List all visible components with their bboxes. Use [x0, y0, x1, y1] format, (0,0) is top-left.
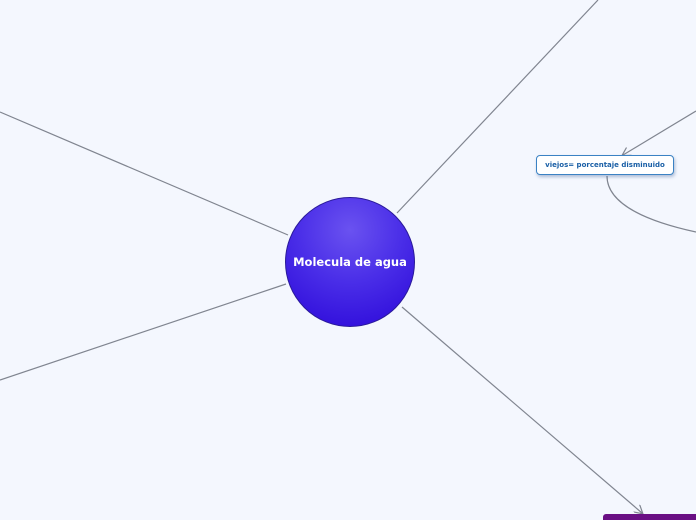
subtopic-label: viejos= porcentaje disminuido [545, 161, 665, 169]
subtopic-node-partial[interactable] [603, 514, 696, 520]
connector-upper-right [396, 0, 599, 214]
connector-upper-left [0, 111, 289, 236]
connector-to-topic [623, 110, 696, 155]
connector-from-topic [606, 175, 696, 233]
central-topic-node[interactable]: Molecula de agua [285, 197, 415, 327]
connector-lower-left [0, 283, 287, 381]
central-topic-label: Molecula de agua [293, 255, 407, 269]
connector-lower-right [401, 306, 642, 513]
subtopic-node-viejos[interactable]: viejos= porcentaje disminuido [536, 155, 674, 175]
